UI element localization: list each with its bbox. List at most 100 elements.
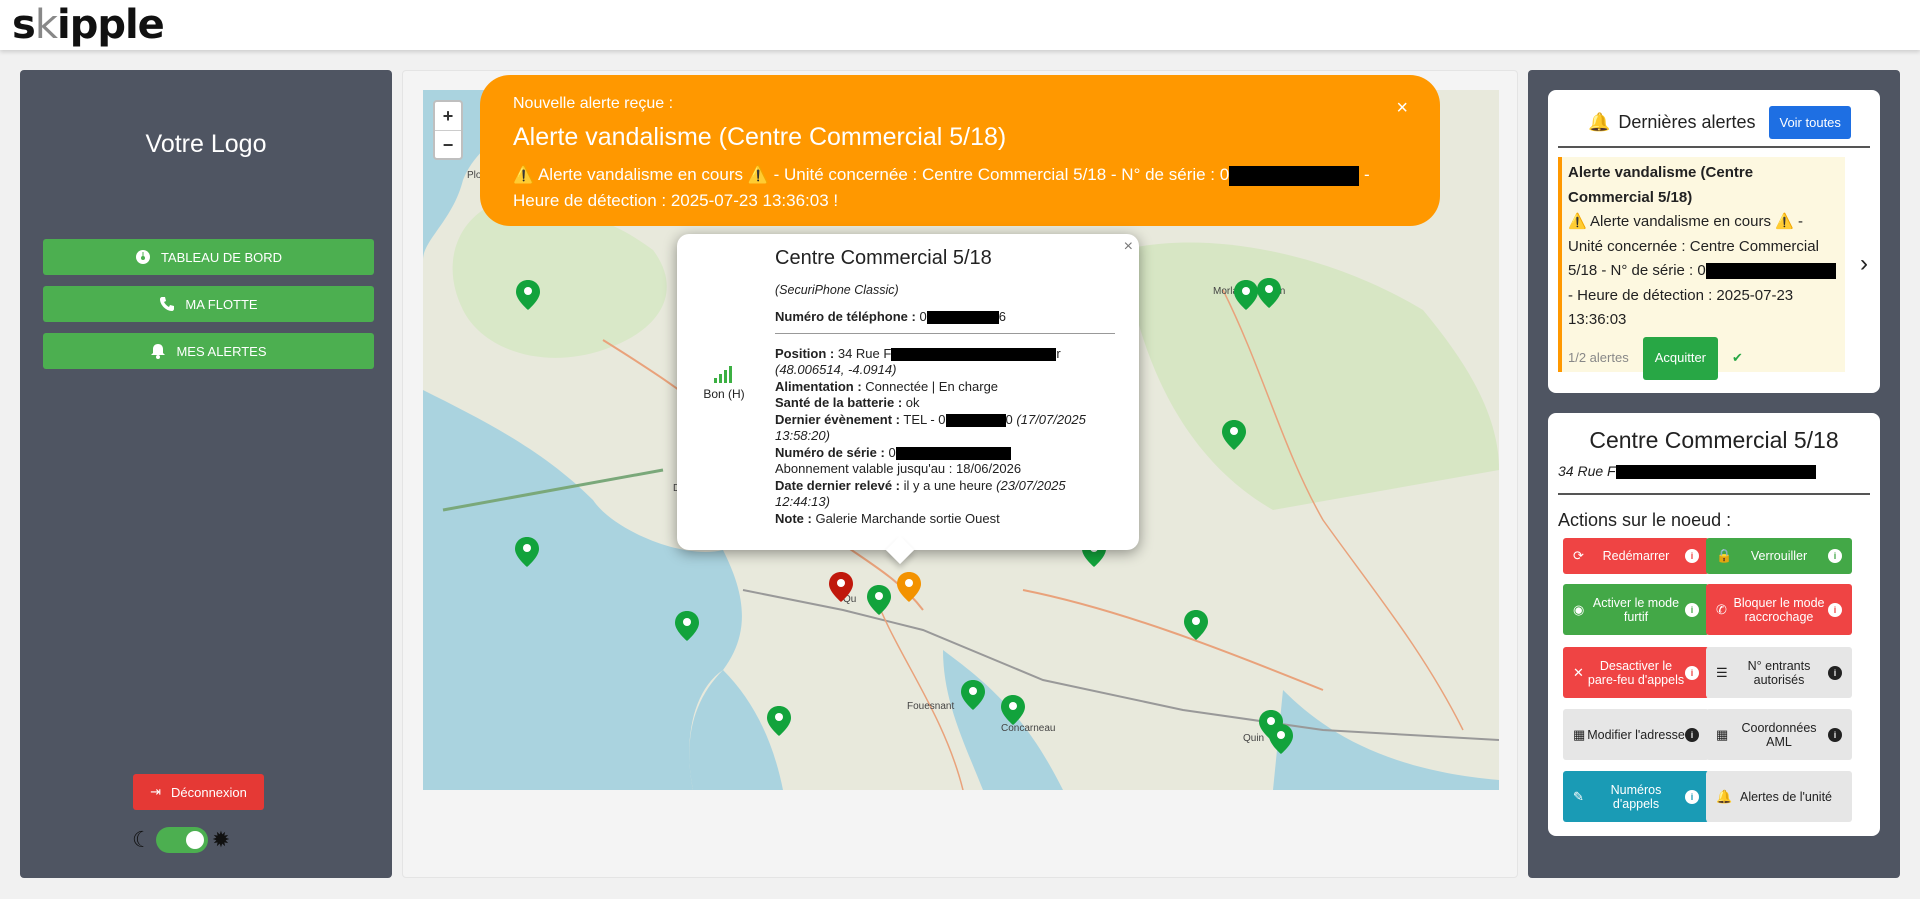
map-marker-icon[interactable] <box>1257 278 1281 308</box>
left-sidebar: Votre Logo TABLEAU DE BORD MA FLOTTE MES… <box>20 70 392 878</box>
logout-button[interactable]: ⇥ Déconnexion <box>133 774 264 810</box>
action-phone-slash-button[interactable]: ✆ Bloquer le mode raccrochage i <box>1706 584 1852 635</box>
action-label: Coordonnées AML <box>1741 720 1817 749</box>
popup-phone: Numéro de téléphone : 06 <box>775 309 1006 325</box>
action-eye-slash-button[interactable]: ◉ Activer le mode furtif i <box>1563 584 1709 635</box>
map-marker-icon[interactable] <box>1234 280 1258 310</box>
logout-icon: ⇥ <box>150 784 161 799</box>
zoom-out-button[interactable]: − <box>435 130 461 158</box>
close-icon[interactable]: × <box>1396 97 1408 120</box>
map-marker-icon[interactable] <box>1184 610 1208 640</box>
map-marker-icon[interactable] <box>515 537 539 567</box>
map-marker-icon[interactable] <box>767 706 791 736</box>
info-icon[interactable]: i <box>1685 549 1699 563</box>
nav-dashboard-label: TABLEAU DE BORD <box>160 249 283 265</box>
alert-counter: 1/2 alertes <box>1568 350 1629 365</box>
action-label: Modifier l'adresse <box>1587 727 1685 742</box>
info-icon[interactable]: i <box>1828 727 1842 742</box>
zoom-in-button[interactable]: + <box>435 102 461 130</box>
popup-position: Position : 34 Rue Fr <box>775 345 1061 361</box>
map-marker-icon[interactable] <box>1001 695 1025 725</box>
bell-icon <box>151 344 166 359</box>
check-circle-icon: ✔ <box>1732 350 1743 365</box>
map-marker-icon[interactable] <box>516 280 540 310</box>
phone-slash-icon: ✆ <box>1716 601 1727 617</box>
info-icon[interactable]: i <box>1685 727 1699 742</box>
nav-dashboard-button[interactable]: TABLEAU DE BORD <box>43 239 374 275</box>
popup-event: Dernier évènement : TEL - 00 (17/07/2025… <box>775 411 1086 444</box>
map-marked-icon: ▦ <box>1716 726 1729 742</box>
moon-icon: ☾ <box>132 827 152 852</box>
brand-logo-placeholder: Votre Logo <box>145 130 267 158</box>
action-x-button[interactable]: ✕ Desactiver le pare-feu d'appels i <box>1563 647 1709 698</box>
action-lock-button[interactable]: 🔒 Verrouiller i <box>1706 538 1852 574</box>
nav-alerts-label: MES ALERTES <box>176 343 267 359</box>
action-label: Activer le mode furtif <box>1592 595 1680 624</box>
alert-banner-title: Alerte vandalisme (Centre Commercial 5/1… <box>513 123 1007 151</box>
action-label: Redémarrer <box>1602 549 1670 563</box>
popup-power: Alimentation : Connectée | En charge <box>775 378 999 394</box>
popup-note: Note : Galerie Marchande sortie Ouest <box>775 510 1000 526</box>
list-check-icon: ☰ <box>1716 664 1728 680</box>
alert-banner-msg-part: ⚠️ Alerte vandalisme en cours ⚠️ - Unité… <box>513 165 1230 184</box>
map-marker-icon[interactable] <box>1269 724 1293 754</box>
alert-banner-message: ⚠️ Alerte vandalisme en cours ⚠️ - Unité… <box>513 162 1407 214</box>
gear-sun-icon: ✹ <box>211 827 231 852</box>
signal-bars-icon <box>714 366 732 383</box>
action-list-check-button[interactable]: ☰ N° entrants autorisés i <box>1706 647 1852 698</box>
action-refresh-button[interactable]: ⟳ Redémarrer i <box>1563 538 1709 574</box>
redacted-block <box>1229 165 1360 186</box>
info-icon[interactable]: i <box>1685 789 1699 804</box>
map-marked-icon: ▦ <box>1573 726 1586 742</box>
nav-alerts-button[interactable]: MES ALERTES <box>43 333 374 369</box>
action-label: Alertes de l'unité <box>1739 789 1833 804</box>
x-icon: ✕ <box>1573 664 1584 680</box>
close-icon[interactable]: × <box>1124 238 1133 256</box>
top-bar: skipple <box>0 0 1920 50</box>
info-icon[interactable]: i <box>1828 602 1842 617</box>
action-bell-button[interactable]: 🔔 Alertes de l'unité <box>1706 771 1852 822</box>
action-pencil-button[interactable]: ✎ Numéros d'appels i <box>1563 771 1709 822</box>
nav-fleet-button[interactable]: MA FLOTTE <box>43 286 374 322</box>
map-marker-icon[interactable] <box>829 572 853 602</box>
acknowledge-button[interactable]: Acquitter <box>1642 337 1719 380</box>
info-icon[interactable]: i <box>1828 549 1842 563</box>
node-card: Centre Commercial 5/18 34 Rue F Actions … <box>1548 413 1880 836</box>
lock-icon: 🔒 <box>1716 548 1733 563</box>
popup-subscription: Abonnement valable jusqu'au : 18/06/2026 <box>775 461 1022 476</box>
theme-toggle[interactable] <box>155 827 208 853</box>
popup-battery: Santé de la batterie : ok <box>775 395 920 410</box>
map-marker-icon[interactable] <box>675 611 699 641</box>
chevron-right-icon[interactable]: › <box>1860 250 1868 278</box>
latest-alerts-header: 🔔 Dernières alertes Voir toutes <box>1588 106 1851 139</box>
popup-coords: (48.006514, -4.0914) <box>775 362 897 377</box>
popup-model: (SecuriPhone Classic) <box>775 282 899 297</box>
refresh-icon: ⟳ <box>1573 548 1584 563</box>
pencil-icon: ✎ <box>1573 788 1584 804</box>
latest-alerts-title: Dernières alertes <box>1618 112 1756 132</box>
alert-banner-heading: Nouvelle alerte reçue : <box>513 95 674 112</box>
see-all-button[interactable]: Voir toutes <box>1769 106 1851 139</box>
map-marker-icon[interactable] <box>1222 420 1246 450</box>
bell-icon: 🔔 <box>1588 112 1611 132</box>
node-actions-title: Actions sur le noeud : <box>1558 510 1732 530</box>
phone-icon <box>160 297 175 311</box>
action-map-marked-button[interactable]: ▦ Modifier l'adresse i <box>1563 709 1709 760</box>
logout-label: Déconnexion <box>171 784 247 800</box>
action-map-marked-button[interactable]: ▦ Coordonnées AML i <box>1706 709 1852 760</box>
action-label: Verrouiller <box>1750 549 1808 563</box>
map-marker-icon[interactable] <box>897 572 921 602</box>
map-marker-icon[interactable] <box>961 680 985 710</box>
theme-switch[interactable]: ☾ ✹ <box>132 827 230 853</box>
map-marker-icon[interactable] <box>867 585 891 615</box>
app-logo[interactable]: skipple <box>12 2 165 48</box>
info-icon[interactable]: i <box>1685 602 1699 617</box>
redacted-block <box>1705 263 1836 280</box>
popup-body: Centre Commercial 5/18 (SecuriPhone Clas… <box>775 248 1115 527</box>
info-icon[interactable]: i <box>1685 665 1699 680</box>
alert-item-title: Alerte vandalisme (Centre Commercial 5/1… <box>1568 164 1754 206</box>
info-icon[interactable]: i <box>1828 665 1842 680</box>
popup-serial: Numéro de série : 0 <box>775 445 1115 462</box>
right-sidebar: 🔔 Dernières alertes Voir toutes Alerte v… <box>1528 70 1900 878</box>
action-label: Numéros d'appels <box>1610 782 1662 811</box>
